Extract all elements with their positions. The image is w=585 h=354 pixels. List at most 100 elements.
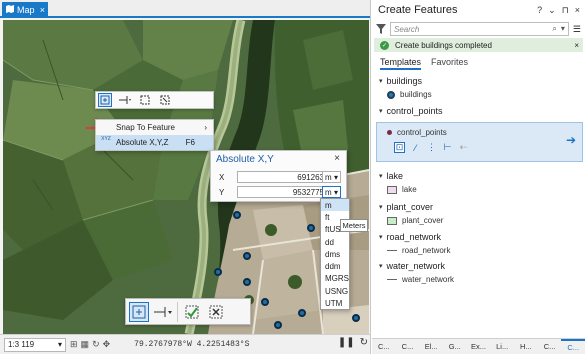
template-name: road_network xyxy=(402,246,451,255)
unit-option[interactable]: ddm xyxy=(321,260,349,272)
chevron-down-icon: ▾ xyxy=(379,234,383,241)
filter-icon[interactable] xyxy=(376,24,386,34)
search-actions: ⌕ ▾ xyxy=(552,24,565,34)
layer-group-control-points[interactable]: ▾ control_points xyxy=(379,106,443,116)
pause-icon[interactable]: ❚❚ xyxy=(338,337,355,348)
layer-group-buildings[interactable]: ▾ buildings xyxy=(379,76,422,86)
unit-option[interactable]: USNG xyxy=(321,285,349,297)
unit-option[interactable]: dms xyxy=(321,248,349,260)
template-water-network[interactable]: water_network xyxy=(387,275,454,284)
unit-option[interactable]: m xyxy=(321,199,349,212)
segment-length-icon[interactable] xyxy=(118,93,132,107)
search-icon[interactable]: ⌕ xyxy=(552,24,556,34)
template-name: buildings xyxy=(400,90,432,99)
x-unit-select[interactable]: m ▾ xyxy=(322,171,341,183)
layer-group-plant-cover[interactable]: ▾ plant_cover xyxy=(379,202,433,212)
bottom-tab[interactable]: C... xyxy=(396,342,420,351)
unit-option[interactable]: dd xyxy=(321,236,349,248)
menu-item-absolute-xyz[interactable]: XYZ Absolute X,Y,Z F6 xyxy=(96,135,213,150)
close-icon[interactable]: × xyxy=(334,153,340,164)
tab-templates[interactable]: Templates xyxy=(380,57,422,70)
point-tool-icon[interactable]: ⊡ xyxy=(394,142,405,153)
midpoint-icon[interactable] xyxy=(138,93,152,107)
close-icon[interactable]: × xyxy=(575,5,580,16)
xyz-icon: XYZ xyxy=(101,136,111,142)
template-buildings[interactable]: buildings xyxy=(387,90,432,99)
arrow-right-icon[interactable]: ➔ xyxy=(566,133,576,147)
bottom-tab[interactable]: C... xyxy=(538,342,562,351)
point-along-line-icon[interactable]: ⋮ xyxy=(426,142,437,153)
bottom-tab[interactable]: H... xyxy=(514,342,538,351)
scale-lock-icon[interactable]: ▦ xyxy=(81,339,90,350)
layer-name: plant_cover xyxy=(386,202,434,212)
layer-group-water-network[interactable]: ▾ water_network xyxy=(379,261,445,271)
pin-icon[interactable]: ⊓ xyxy=(562,5,569,16)
layer-name: road_network xyxy=(386,232,442,242)
layer-group-lake[interactable]: ▾ lake xyxy=(379,171,403,181)
bottom-tab[interactable]: Li... xyxy=(490,342,514,351)
template-name: plant_cover xyxy=(402,216,444,225)
unit-tooltip: Meters xyxy=(340,219,368,232)
x-unit-value: m xyxy=(325,172,332,182)
direction-distance-icon[interactable]: ⇠ xyxy=(458,142,469,153)
chevron-down-icon: ▾ xyxy=(379,173,383,180)
panel-header-icons: ? ⌄ ⊓ × xyxy=(537,5,585,16)
unit-option[interactable]: MGRS xyxy=(321,273,349,285)
template-name: lake xyxy=(402,185,417,194)
success-message-bar: ✓ Create buildings completed × xyxy=(374,38,583,52)
chevron-down-icon: ▾ xyxy=(379,204,383,211)
template-name: water_network xyxy=(402,275,455,284)
map-icon xyxy=(6,5,14,15)
search-placeholder: Search xyxy=(394,24,420,34)
scale-value: 1:3 119 xyxy=(8,340,35,349)
y-input[interactable]: 9532775 xyxy=(237,186,327,198)
point-at-end-icon[interactable]: ⁄ xyxy=(410,142,421,153)
template-row: control_points xyxy=(387,128,447,137)
intersection-icon[interactable]: ⊢ xyxy=(442,142,453,153)
template-lake[interactable]: lake xyxy=(387,185,417,194)
segment-tool-icon[interactable] xyxy=(153,302,173,322)
point-symbol-icon xyxy=(387,130,392,135)
close-icon[interactable]: × xyxy=(574,41,579,50)
y-unit-select[interactable]: m ▾ xyxy=(322,186,341,198)
rectangle-icon[interactable] xyxy=(158,93,172,107)
bottom-tab-active[interactable]: C... xyxy=(561,338,585,354)
panel-title: Create Features xyxy=(378,4,458,16)
chevron-down-icon[interactable]: ⌄ xyxy=(548,5,556,16)
bottom-tab[interactable]: Ex... xyxy=(467,342,491,351)
line-symbol-icon xyxy=(387,250,397,251)
grid-icon[interactable]: ⊞ xyxy=(70,339,78,350)
unit-option[interactable]: UTM xyxy=(321,297,349,309)
bottom-tab[interactable]: C... xyxy=(372,342,396,351)
create-features-panel: Create Features ? ⌄ ⊓ × Search ⌕ ▾ ☰ ✓ C… xyxy=(372,0,585,354)
panel-tabs: Templates Favorites xyxy=(380,57,468,70)
delete-sketch-icon[interactable] xyxy=(206,302,226,322)
layer-group-road-network[interactable]: ▾ road_network xyxy=(379,232,441,242)
y-label: Y xyxy=(219,187,225,197)
options-icon[interactable]: ☰ xyxy=(573,24,581,35)
refresh-map-icon[interactable]: ↻ xyxy=(360,337,368,348)
map-tab-close-icon[interactable]: × xyxy=(40,5,45,15)
scale-select[interactable]: 1:3 119 ▾ xyxy=(4,337,66,352)
chevron-down-icon: ▾ xyxy=(379,263,383,270)
absolute-xyz-icon[interactable] xyxy=(98,93,112,107)
search-input[interactable]: Search ⌕ ▾ xyxy=(390,22,569,36)
refresh-icon[interactable]: ↻ xyxy=(92,339,100,350)
template-road-network[interactable]: road_network xyxy=(387,246,450,255)
navigation-icon[interactable]: ✥ xyxy=(103,339,111,350)
bottom-tab[interactable]: G... xyxy=(443,342,467,351)
template-plant-cover[interactable]: plant_cover xyxy=(387,216,443,225)
polygon-symbol-icon xyxy=(387,216,397,225)
chevron-down-icon[interactable]: ▾ xyxy=(561,24,565,34)
bottom-tab[interactable]: El... xyxy=(419,342,443,351)
panel-header: Create Features ? ⌄ ⊓ × xyxy=(372,0,585,20)
x-input[interactable]: 691263 xyxy=(237,171,327,183)
help-icon[interactable]: ? xyxy=(537,5,542,16)
template-control-points[interactable]: control_points ⊡ ⁄ ⋮ ⊢ ⇠ ➔ xyxy=(376,122,583,162)
map-tab[interactable]: Map × xyxy=(2,2,48,18)
absolute-xyz-tool-icon[interactable] xyxy=(129,301,149,322)
tab-favorites[interactable]: Favorites xyxy=(431,57,468,70)
finish-icon[interactable] xyxy=(182,302,202,322)
menu-item-snap-to-feature[interactable]: Snap To Feature › xyxy=(96,120,213,135)
status-right: ❚❚ ↻ xyxy=(338,337,368,348)
